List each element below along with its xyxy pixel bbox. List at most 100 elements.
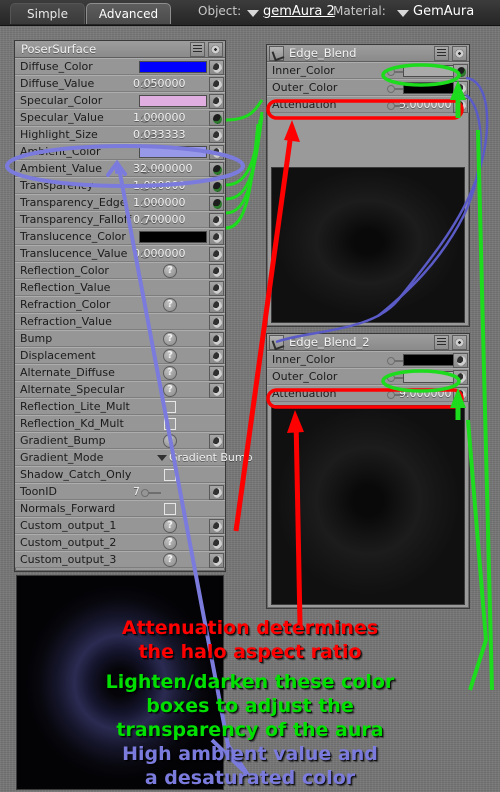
tab-simple[interactable]: Simple [10, 3, 85, 24]
parameter-row[interactable]: Inner_Color [267, 62, 469, 79]
parameter-value[interactable]: 7 [133, 485, 140, 499]
node-connector-plug[interactable] [209, 196, 224, 211]
question-mark-icon[interactable]: ? [163, 553, 177, 567]
parameter-row[interactable]: Transparency 1.000000 [15, 177, 225, 194]
dropdown-value[interactable]: Gradient Bump [169, 451, 253, 465]
node-connector-plug[interactable] [209, 230, 224, 245]
color-swatch[interactable] [139, 146, 207, 158]
parameter-row[interactable]: Attenuation 5.000000 [267, 96, 469, 113]
parameter-row[interactable]: Translucence_Value 0.000000 [15, 245, 225, 262]
node-connector-plug[interactable] [209, 128, 224, 143]
parameter-row[interactable]: Specular_Color [15, 92, 225, 109]
question-mark-icon[interactable]: ? [163, 536, 177, 550]
question-mark-icon[interactable]: ? [163, 366, 177, 380]
color-swatch[interactable] [139, 95, 207, 107]
parameter-row[interactable]: Highlight_Size 0.033333 [15, 126, 225, 143]
parameter-row[interactable]: Translucence_Color [15, 228, 225, 245]
parameter-row[interactable]: Reflection_Color? [15, 262, 225, 279]
parameter-value[interactable]: 0.050000 [133, 77, 186, 91]
node-connector-plug[interactable] [209, 179, 224, 194]
material-chevron-down-icon[interactable] [397, 10, 409, 17]
object-chevron-down-icon[interactable] [247, 10, 259, 17]
node-connector-plug[interactable] [209, 519, 224, 534]
preview-eye-button[interactable] [452, 335, 467, 350]
parameter-row[interactable]: Gradient_Mode Gradient Bump [15, 449, 253, 466]
node-connector-plug[interactable] [209, 213, 224, 228]
parameter-row[interactable]: Refraction_Color? [15, 296, 225, 313]
node-connector-plug[interactable] [209, 298, 224, 313]
parameter-row[interactable]: Outer_Color [267, 79, 469, 96]
parameter-row[interactable]: Refraction_Value [15, 313, 225, 330]
parameter-row[interactable]: Custom_output_1? [15, 517, 225, 534]
node-connector-plug[interactable] [209, 485, 224, 500]
parameter-row[interactable]: Custom_output_3? [15, 551, 225, 568]
node-connector-plug[interactable] [209, 315, 224, 330]
parameter-row[interactable]: Diffuse_Value 0.050000 [15, 75, 225, 92]
parameter-value[interactable]: 0.033333 [133, 128, 186, 142]
node-connector-plug[interactable] [209, 162, 224, 177]
parameter-row[interactable]: Reflection_Lite_Mult [15, 398, 225, 415]
parameter-value[interactable]: 1.000000 [133, 196, 186, 210]
node-connector-plug[interactable] [453, 98, 468, 113]
node-connector-plug[interactable] [209, 553, 224, 568]
parameter-row[interactable]: Specular_Value 1.000000 [15, 109, 225, 126]
parameter-row[interactable]: Displacement? [15, 347, 225, 364]
list-icon-button[interactable] [434, 335, 449, 350]
question-mark-icon[interactable]: ? [163, 519, 177, 533]
parameter-row[interactable]: Gradient_Bump? [15, 432, 225, 449]
parameter-value[interactable]: 5.000000 [399, 98, 452, 112]
node-connector-plug[interactable] [209, 145, 224, 160]
node-connector-plug[interactable] [209, 434, 224, 449]
node-connector-plug[interactable] [209, 111, 224, 126]
parameter-row[interactable]: Reflection_Kd_Mult [15, 415, 225, 432]
question-mark-icon[interactable]: ? [163, 298, 177, 312]
checkbox[interactable] [164, 418, 176, 430]
parameter-row[interactable]: Diffuse_Color [15, 58, 225, 75]
parameter-row[interactable]: Normals_Forward [15, 500, 225, 517]
parameter-value[interactable]: 0.000000 [133, 247, 186, 261]
parameter-row[interactable]: Attenuation 9.000000 [267, 385, 469, 402]
parameter-value[interactable]: 1.000000 [133, 179, 186, 193]
node-connector-plug[interactable] [453, 353, 468, 368]
link-key-icon[interactable] [141, 489, 161, 497]
checkbox[interactable] [164, 401, 176, 413]
parameter-value[interactable]: 9.000000 [399, 387, 452, 401]
preview-eye-button[interactable] [452, 46, 467, 61]
node-connector-plug[interactable] [209, 536, 224, 551]
question-mark-icon[interactable]: ? [163, 383, 177, 397]
node-connector-plug[interactable] [209, 281, 224, 296]
list-icon-button[interactable] [190, 42, 205, 57]
question-mark-icon[interactable]: ? [163, 332, 177, 346]
edge-blend-2-header[interactable]: Edge_Blend_2 [267, 334, 469, 351]
color-swatch[interactable] [139, 61, 207, 73]
parameter-row[interactable]: Custom_output_2? [15, 534, 225, 551]
parameter-row[interactable]: Transparency_Falloff 0.700000 [15, 211, 225, 228]
parameter-row[interactable]: ToonID 7 [15, 483, 225, 500]
parameter-row[interactable]: Outer_Color [267, 368, 469, 385]
chevron-down-icon[interactable] [157, 455, 167, 461]
parameter-row[interactable]: Ambient_Color [15, 143, 225, 160]
node-connector-plug[interactable] [453, 370, 468, 385]
node-connector-plug[interactable] [209, 366, 224, 381]
parameter-value[interactable]: 0.700000 [133, 213, 186, 227]
parameter-row[interactable]: Bump? [15, 330, 225, 347]
parameter-value[interactable]: 32.000000 [133, 162, 193, 176]
list-icon-button[interactable] [434, 46, 449, 61]
object-value[interactable]: gemAura 2 [263, 4, 335, 19]
checkbox[interactable] [164, 469, 176, 481]
edge-blend-header[interactable]: Edge_Blend [267, 45, 469, 62]
node-connector-plug[interactable] [453, 387, 468, 402]
node-connector-plug[interactable] [209, 383, 224, 398]
question-mark-icon[interactable]: ? [163, 264, 177, 278]
parameter-value[interactable]: 1.000000 [133, 111, 186, 125]
tab-advanced[interactable]: Advanced [86, 3, 171, 24]
parameter-row[interactable]: Ambient_Value 32.000000 [15, 160, 225, 177]
parameter-row[interactable]: Alternate_Diffuse? [15, 364, 225, 381]
parameter-row[interactable]: Transparency_Edge 1.000000 [15, 194, 225, 211]
color-swatch[interactable] [139, 231, 207, 243]
node-connector-plug[interactable] [209, 247, 224, 262]
question-mark-icon[interactable]: ? [163, 434, 177, 448]
node-connector-plug[interactable] [453, 81, 468, 96]
node-connector-plug[interactable] [209, 332, 224, 347]
node-connector-plug[interactable] [209, 349, 224, 364]
